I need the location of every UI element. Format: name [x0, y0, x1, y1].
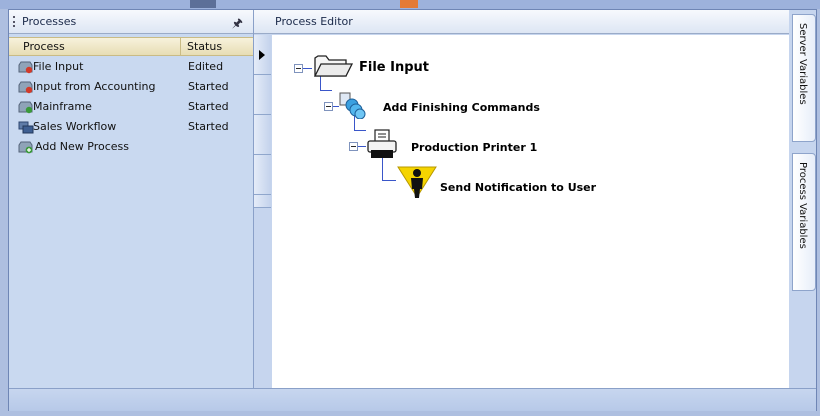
process-status: Edited — [188, 60, 224, 73]
process-table-header: Process Status — [9, 37, 253, 56]
printer-icon[interactable] — [366, 128, 400, 160]
node-label-send-notification[interactable]: Send Notification to User — [440, 181, 596, 194]
process-status: Started — [188, 120, 229, 133]
tree-connector — [354, 130, 366, 131]
panel-grip[interactable] — [13, 16, 17, 27]
folder-icon[interactable] — [312, 51, 354, 79]
status-bar — [9, 388, 816, 411]
finishing-commands-icon[interactable] — [338, 91, 368, 119]
process-name: Input from Accounting — [33, 80, 156, 93]
tree-connector — [320, 90, 332, 91]
process-list: File Input Edited Input from Accounting … — [9, 57, 253, 157]
tab-process-variables-label: Process Variables — [797, 162, 808, 249]
processes-panel: Processes 🖈 Process Status File Input Ed… — [9, 10, 254, 388]
tab-server-variables-label: Server Variables — [797, 23, 808, 105]
side-tab-strip: Server Variables Process Variables — [790, 10, 816, 388]
pin-icon[interactable]: 🖈 — [232, 14, 243, 35]
user-notification-icon[interactable] — [396, 163, 438, 199]
tree-connector — [382, 180, 396, 181]
collapse-toggle-finishing[interactable] — [324, 102, 333, 111]
toolbar-marker — [190, 0, 216, 8]
tree-connector — [358, 146, 366, 147]
workflow-icon — [18, 121, 34, 134]
process-status: Started — [188, 80, 229, 93]
tab-server-variables[interactable]: Server Variables — [792, 14, 816, 142]
gutter-cell[interactable] — [254, 75, 271, 115]
processes-panel-title: Processes — [22, 15, 77, 28]
tab-process-variables[interactable]: Process Variables — [792, 153, 816, 291]
process-green-icon — [18, 101, 33, 114]
gutter-cell[interactable] — [254, 155, 271, 195]
column-header-process[interactable]: Process — [23, 40, 65, 53]
collapse-toggle-file-input[interactable] — [294, 64, 303, 73]
editor-row-gutter — [254, 35, 271, 388]
collapse-toggle-printer[interactable] — [349, 142, 358, 151]
gutter-cell[interactable] — [254, 115, 271, 155]
process-row-sales-workflow[interactable]: Sales Workflow Started — [9, 117, 253, 137]
current-row-arrow-icon — [259, 50, 265, 60]
add-new-process-label: Add New Process — [35, 140, 130, 153]
tree-connector — [303, 68, 312, 69]
column-header-status[interactable]: Status — [180, 38, 222, 55]
add-new-process-row[interactable]: Add New Process — [9, 137, 253, 157]
process-row-file-input[interactable]: File Input Edited — [9, 57, 253, 77]
process-status: Started — [188, 100, 229, 113]
top-toolbar-strip — [0, 0, 820, 9]
node-label-file-input[interactable]: File Input — [359, 60, 429, 75]
process-editor-title: Process Editor — [275, 15, 353, 28]
add-process-icon — [18, 141, 33, 154]
process-editor-canvas: File Input Add Finishing Commands Produc… — [272, 35, 789, 388]
process-red-icon — [18, 81, 33, 94]
toolbar-marker-orange — [400, 0, 418, 8]
node-label-add-finishing-commands[interactable]: Add Finishing Commands — [383, 101, 540, 114]
gutter-cell-current[interactable] — [254, 35, 271, 75]
process-name: Sales Workflow — [33, 120, 117, 133]
process-red-icon — [18, 61, 33, 74]
process-name: Mainframe — [33, 100, 92, 113]
process-editor-header: Process Editor — [254, 10, 789, 34]
node-label-production-printer[interactable]: Production Printer 1 — [411, 141, 537, 154]
process-row-input-from-accounting[interactable]: Input from Accounting Started — [9, 77, 253, 97]
process-row-mainframe[interactable]: Mainframe Started — [9, 97, 253, 117]
process-name: File Input — [33, 60, 84, 73]
main-window: Processes 🖈 Process Status File Input Ed… — [8, 9, 817, 411]
processes-panel-header: Processes 🖈 — [9, 10, 253, 34]
gutter-cell[interactable] — [254, 195, 271, 208]
